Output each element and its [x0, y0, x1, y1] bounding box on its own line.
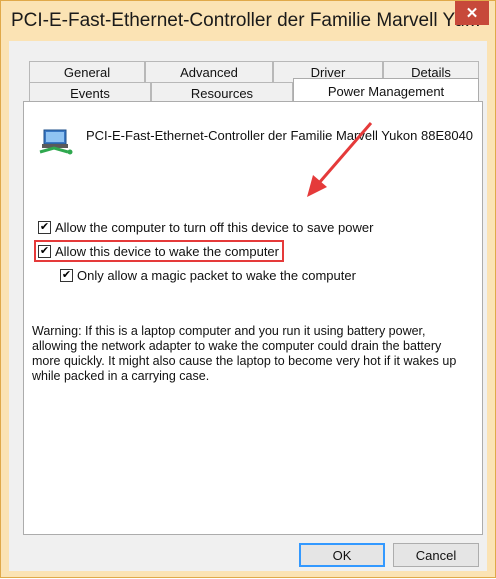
option-magic-packet[interactable]: ✔ Only allow a magic packet to wake the …	[60, 268, 356, 283]
device-name: PCI-E-Fast-Ethernet-Controller der Famil…	[86, 128, 474, 143]
dialog-window: PCI-E-Fast-Ethernet-Controller der Famil…	[0, 0, 496, 578]
checkbox-allow-wake[interactable]: ✔	[38, 245, 51, 258]
option-label: Allow this device to wake the computer	[55, 244, 279, 259]
tab-power-management[interactable]: Power Management	[293, 78, 479, 103]
checkbox-allow-turn-off[interactable]: ✔	[38, 221, 51, 234]
cancel-button[interactable]: Cancel	[393, 543, 479, 567]
tab-events[interactable]: Events	[29, 82, 151, 103]
option-allow-wake[interactable]: ✔ Allow this device to wake the computer	[38, 244, 279, 259]
tab-general[interactable]: General	[29, 61, 145, 82]
network-adapter-icon	[39, 129, 73, 155]
checkbox-magic-packet[interactable]: ✔	[60, 269, 73, 282]
option-label: Allow the computer to turn off this devi…	[55, 220, 374, 235]
option-allow-turn-off[interactable]: ✔ Allow the computer to turn off this de…	[38, 220, 373, 235]
title-bar[interactable]: PCI-E-Fast-Ethernet-Controller der Famil…	[1, 1, 495, 41]
dialog-client: General Advanced Driver Details Events R…	[9, 41, 487, 571]
close-button[interactable]: ✕	[455, 1, 489, 25]
tab-row-front: Events Resources Power Management	[29, 78, 479, 103]
ok-button[interactable]: OK	[299, 543, 385, 567]
window-title: PCI-E-Fast-Ethernet-Controller der Famil…	[11, 10, 481, 31]
close-icon: ✕	[465, 5, 479, 22]
tab-resources[interactable]: Resources	[151, 82, 293, 103]
power-management-panel: PCI-E-Fast-Ethernet-Controller der Famil…	[23, 101, 483, 535]
warning-text: Warning: If this is a laptop computer an…	[32, 324, 457, 383]
tab-advanced[interactable]: Advanced	[145, 61, 273, 82]
option-label: Only allow a magic packet to wake the co…	[77, 268, 356, 283]
